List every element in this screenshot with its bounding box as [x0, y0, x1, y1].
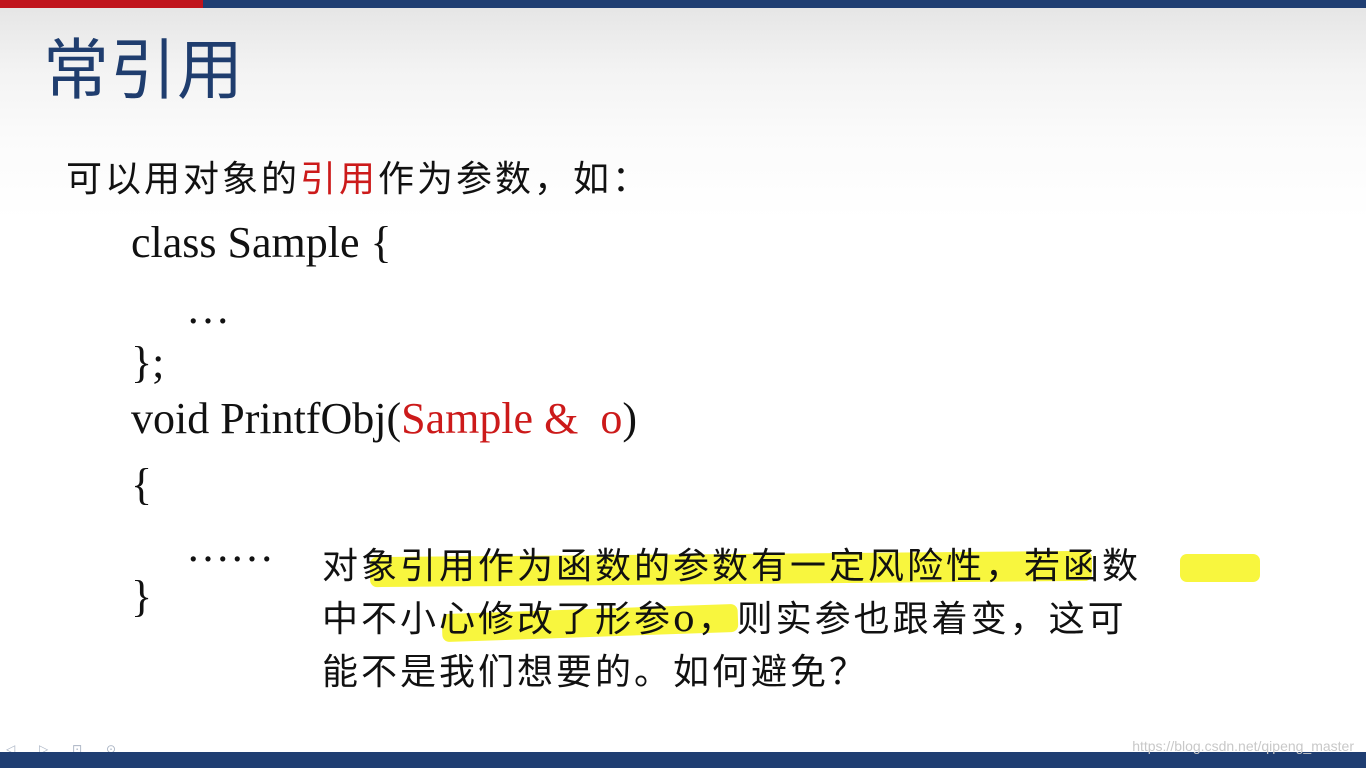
slide: 常引用 可以用对象的引用作为参数，如： class Sample { … }; … [0, 0, 1366, 768]
annotation-note: 对象引用作为函数的参数有一定风险性，若函数 中不小心修改了形参o，则实参也跟着变… [322, 540, 1322, 699]
note-line-1: 对象引用作为函数的参数有一定风险性，若函数 [322, 540, 1322, 593]
note-text-1: 对象引用作为函数的参数有一定风险性，若函数 [322, 546, 1142, 587]
code-line-close-brace: } [131, 572, 153, 621]
code-func-suffix: ) [622, 394, 637, 443]
note-text-3: 能不是我们想要的。如何避免？ [322, 652, 869, 693]
slide-title: 常引用 [43, 32, 244, 109]
code-line-function: void PrintfObj(Sample & o) [131, 397, 637, 441]
intro-sentence: 可以用对象的引用作为参数，如： [66, 162, 651, 198]
watermark: https://blog.csdn.net/qipeng_master [1132, 738, 1354, 754]
intro-keyword: 引用 [300, 159, 379, 200]
highlighter-stroke [1180, 554, 1260, 582]
note-line-3: 能不是我们想要的。如何避免？ [322, 646, 1322, 699]
intro-text-after: 作为参数，如： [378, 159, 652, 200]
top-accent-bar [0, 0, 1366, 8]
note-text-2: 中不小心修改了形参o，则实参也跟着变，这可 [322, 599, 1127, 640]
code-func-prefix: void PrintfObj( [131, 394, 402, 443]
top-accent-bar-red [0, 0, 203, 8]
code-line-ellipsis: … [186, 284, 230, 333]
code-line-class: class Sample { [131, 218, 392, 267]
code-func-param: Sample & o [401, 394, 623, 443]
code-line-body-ellipsis: …… [186, 522, 274, 571]
note-line-2: 中不小心修改了形参o，则实参也跟着变，这可 [322, 593, 1322, 646]
intro-text-before: 可以用对象的 [66, 159, 301, 200]
code-line-close: }; [131, 338, 165, 387]
code-line-open-brace: { [131, 460, 153, 509]
bottom-bar [0, 752, 1366, 768]
